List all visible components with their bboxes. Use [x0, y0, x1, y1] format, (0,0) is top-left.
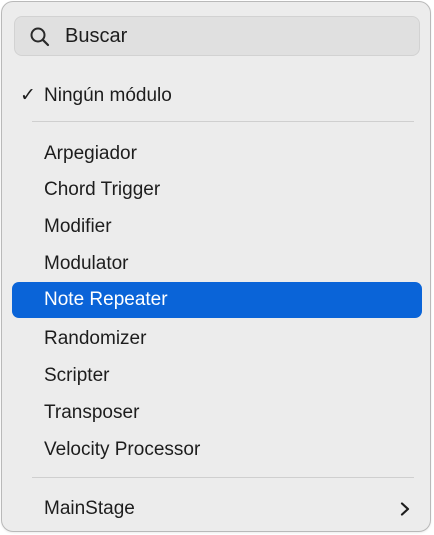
menu-item-arpegiador[interactable]: Arpegiador: [12, 136, 422, 172]
divider: [32, 121, 414, 122]
menu-item-label: Transposer: [44, 402, 140, 423]
menu-item-label: Arpegiador: [44, 143, 137, 164]
menu-item-label: Randomizer: [44, 328, 147, 349]
menu-item-modulator[interactable]: Modulator: [12, 246, 422, 282]
menu-item-chord-trigger[interactable]: Chord Trigger: [12, 172, 422, 208]
divider: [32, 477, 414, 478]
menu-item-label: Modulator: [44, 253, 129, 274]
search-input[interactable]: [65, 17, 405, 55]
plugin-menu: ✓ Ningún módulo Arpegiador Chord Trigger…: [1, 1, 431, 532]
menu-item-modifier[interactable]: Modifier: [12, 209, 422, 245]
menu-item-label: Chord Trigger: [44, 179, 161, 200]
menu-item-none[interactable]: ✓ Ningún módulo: [12, 78, 422, 114]
search-field[interactable]: [14, 16, 420, 56]
menu-item-note-repeater[interactable]: Note Repeater: [12, 282, 422, 318]
search-icon: [30, 27, 50, 47]
menu-item-label: Velocity Processor: [44, 439, 201, 460]
menu-item-label: MainStage: [44, 498, 135, 519]
chevron-right-icon: [400, 502, 410, 516]
menu-item-velocity-processor[interactable]: Velocity Processor: [12, 432, 422, 468]
menu-item-label: Modifier: [44, 216, 112, 237]
checkmark-icon: ✓: [20, 85, 36, 106]
menu-item-randomizer[interactable]: Randomizer: [12, 321, 422, 357]
submenu-item-mainstage[interactable]: MainStage: [12, 491, 422, 527]
menu-item-transposer[interactable]: Transposer: [12, 395, 422, 431]
menu-item-scripter[interactable]: Scripter: [12, 358, 422, 394]
menu-item-label: Ningún módulo: [44, 85, 172, 106]
menu-item-label: Note Repeater: [44, 289, 168, 310]
menu-item-label: Scripter: [44, 365, 110, 386]
